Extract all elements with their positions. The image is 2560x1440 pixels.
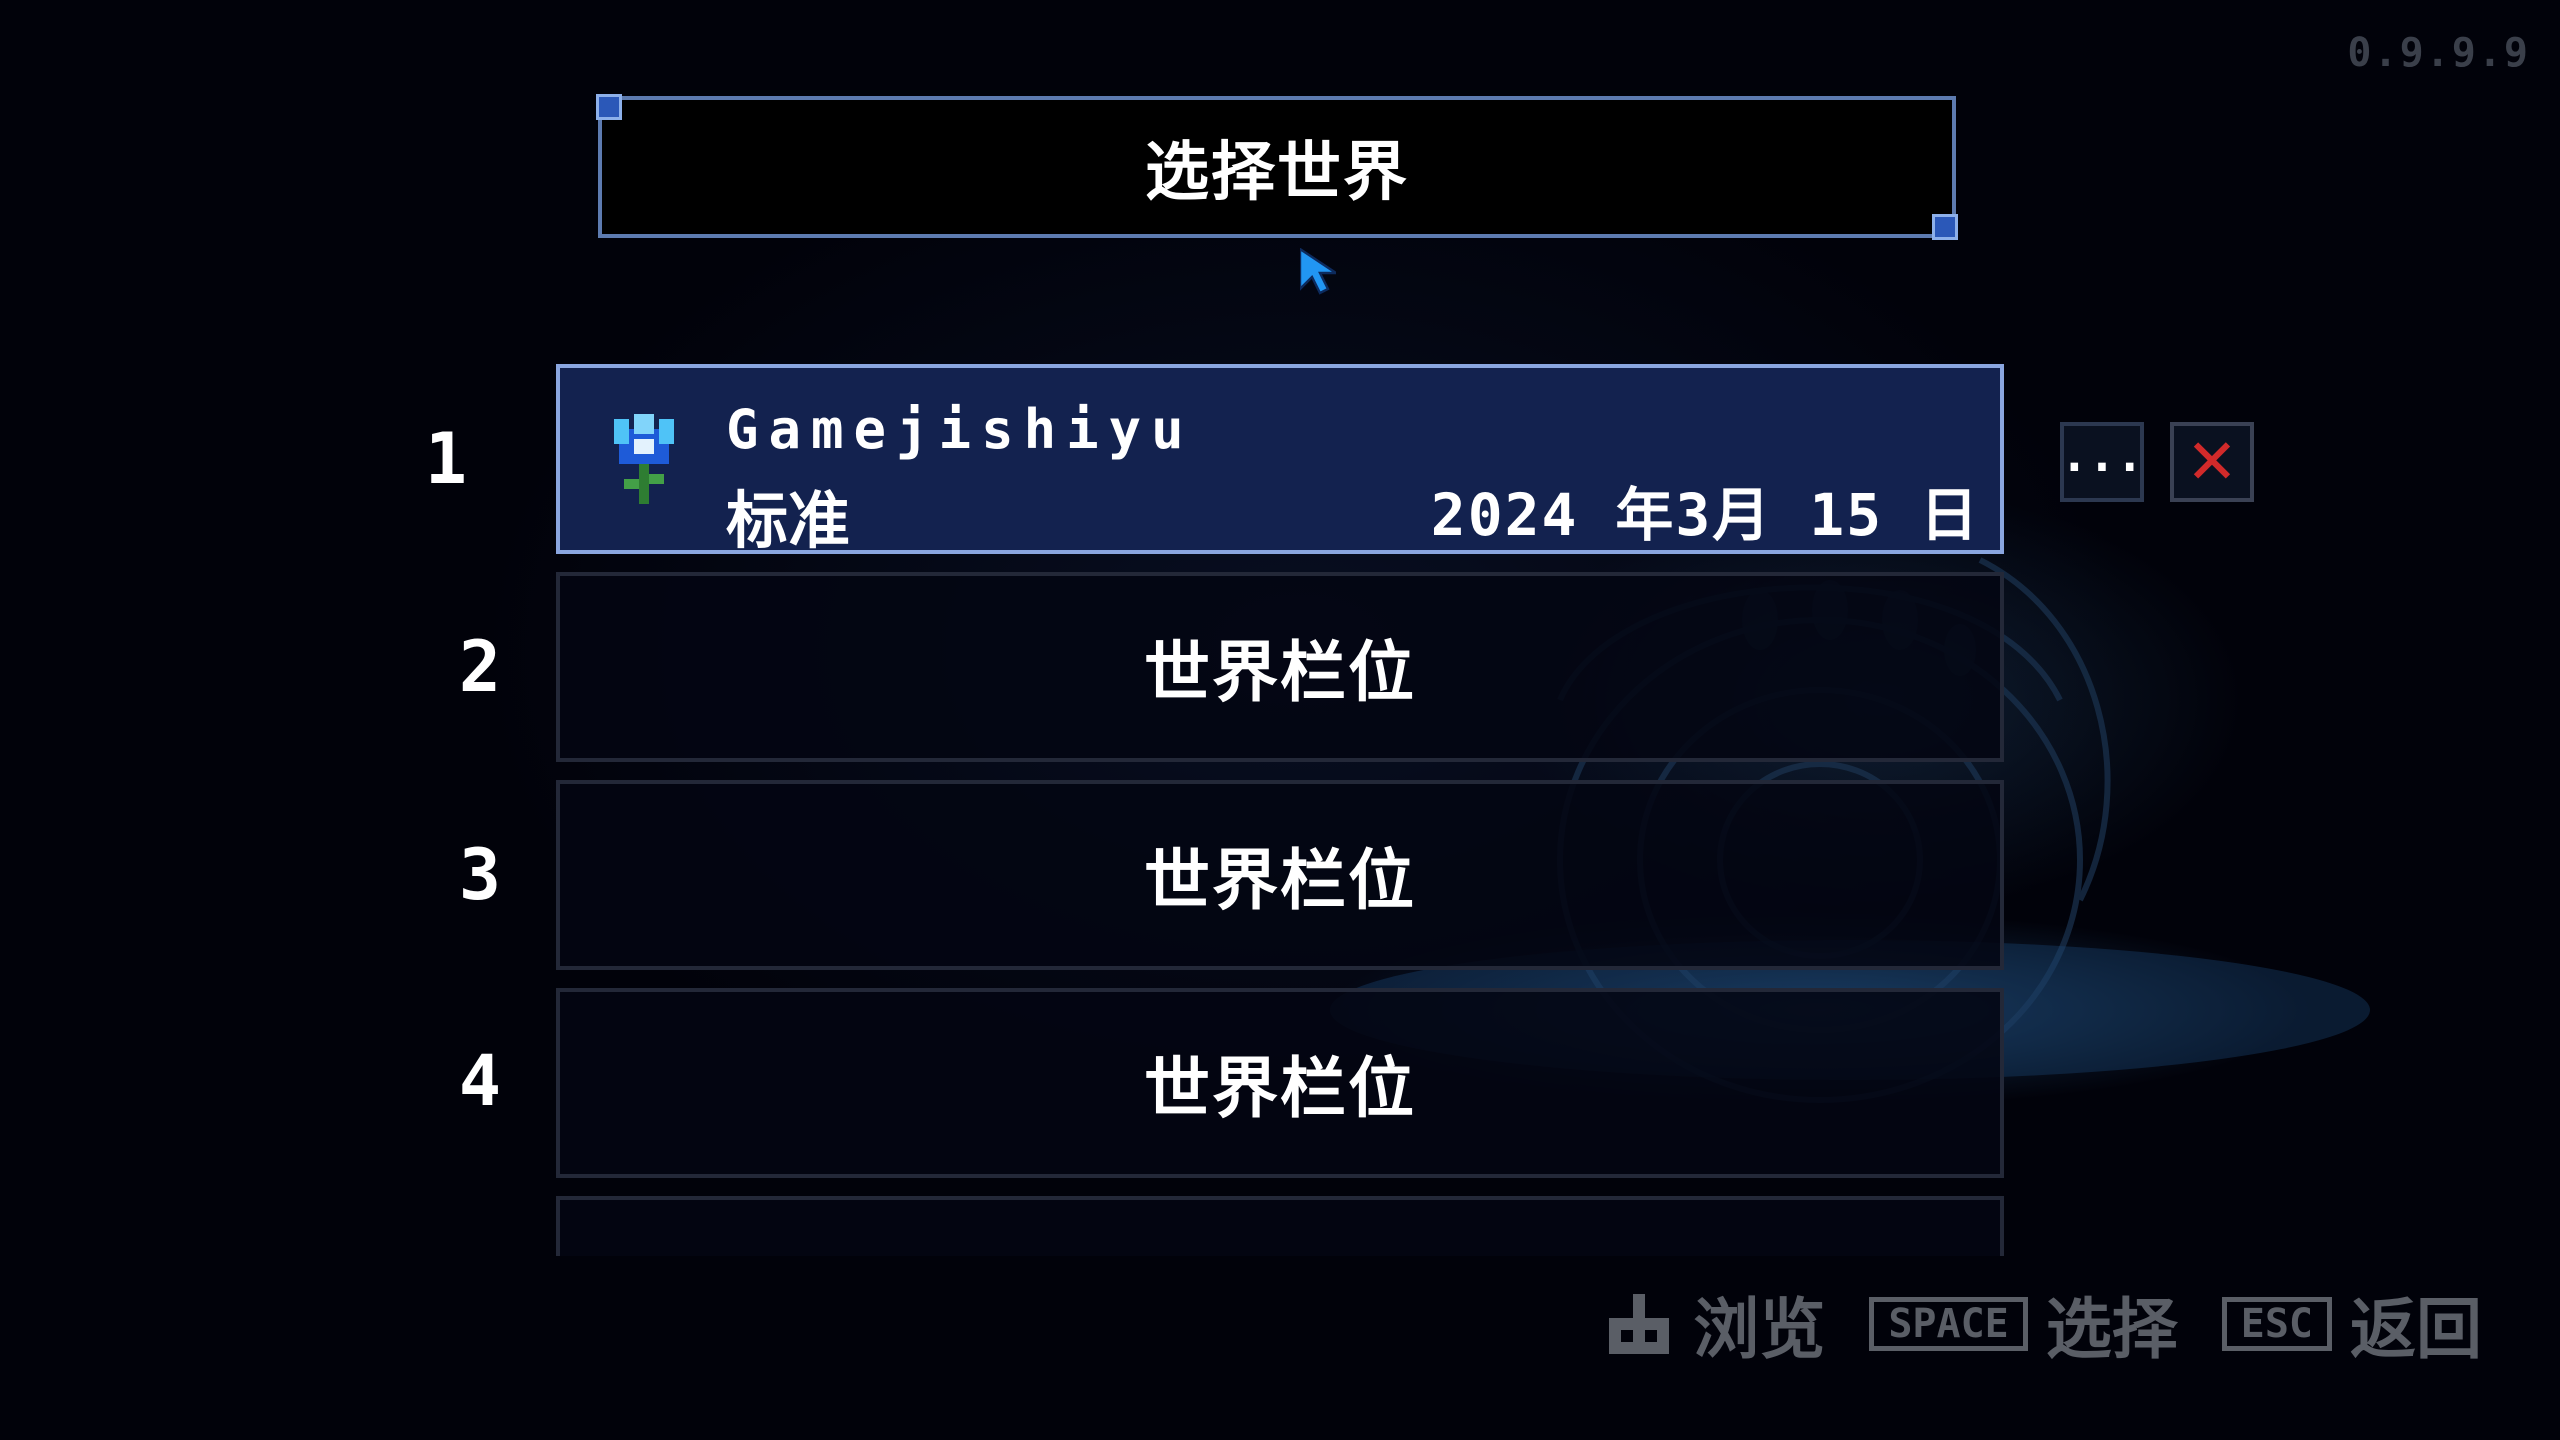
page-title: 选择世界 [1145, 136, 1409, 210]
version-label: 0.9.9.9 [2347, 30, 2530, 76]
banner-corner-gem [1932, 214, 1958, 240]
world-slot-3[interactable]: 世界栏位 [556, 780, 2004, 970]
empty-slot-label: 世界栏位 [1144, 1050, 1416, 1127]
hint-back[interactable]: ESC 返回 [2221, 1276, 2482, 1372]
slot-number-3: 3 [458, 834, 502, 916]
world-slot-5-partial[interactable] [556, 1196, 2004, 1256]
world-mode: 标准 [726, 484, 851, 557]
space-key-icon: SPACE [1869, 1297, 2028, 1351]
world-slot-1[interactable]: Gamejishiyu 标准 2024 年3月 15 日 [556, 364, 2004, 557]
hint-select: SPACE 选择 [1869, 1276, 2178, 1372]
empty-slot-label: 世界栏位 [1144, 634, 1416, 711]
hint-browse: 浏览 [1603, 1276, 1825, 1372]
slot-number-4: 4 [458, 1040, 502, 1122]
mouse-cursor-icon [1300, 248, 1336, 295]
hint-back-label: 返回 [2350, 1291, 2482, 1368]
hint-browse-label: 浏览 [1693, 1291, 1826, 1368]
hint-select-label: 选择 [2045, 1291, 2178, 1368]
control-hints: 浏览 SPACE 选择 ESC 返回 [1603, 1276, 2482, 1372]
mouse-icon [1609, 1294, 1670, 1354]
world-select-screen: 0.9.9.9 选择世界 1 2 3 4 Gamejishiyu 标准 2024… [0, 0, 2560, 1440]
title-banner: 选择世界 [596, 94, 1958, 240]
slot-number-1: 1 [424, 418, 468, 500]
close-x-icon: ✕ [2186, 425, 2238, 498]
world-slot-2[interactable]: 世界栏位 [556, 572, 2004, 762]
world-slot-4[interactable]: 世界栏位 [556, 988, 2004, 1178]
flower-world-icon [614, 414, 674, 504]
world-date: 2024 年3月 15 日 [1430, 481, 1980, 549]
slot-number-2: 2 [458, 626, 502, 708]
ellipsis-icon: ... [2060, 428, 2144, 482]
more-options-button[interactable]: ... [2060, 422, 2144, 502]
delete-world-button[interactable]: ✕ [2170, 422, 2254, 502]
empty-slot-label: 世界栏位 [1144, 842, 1416, 919]
world-name: Gamejishiyu [726, 398, 1194, 461]
banner-corner-gem [596, 94, 622, 120]
esc-key-icon: ESC [2221, 1297, 2332, 1351]
